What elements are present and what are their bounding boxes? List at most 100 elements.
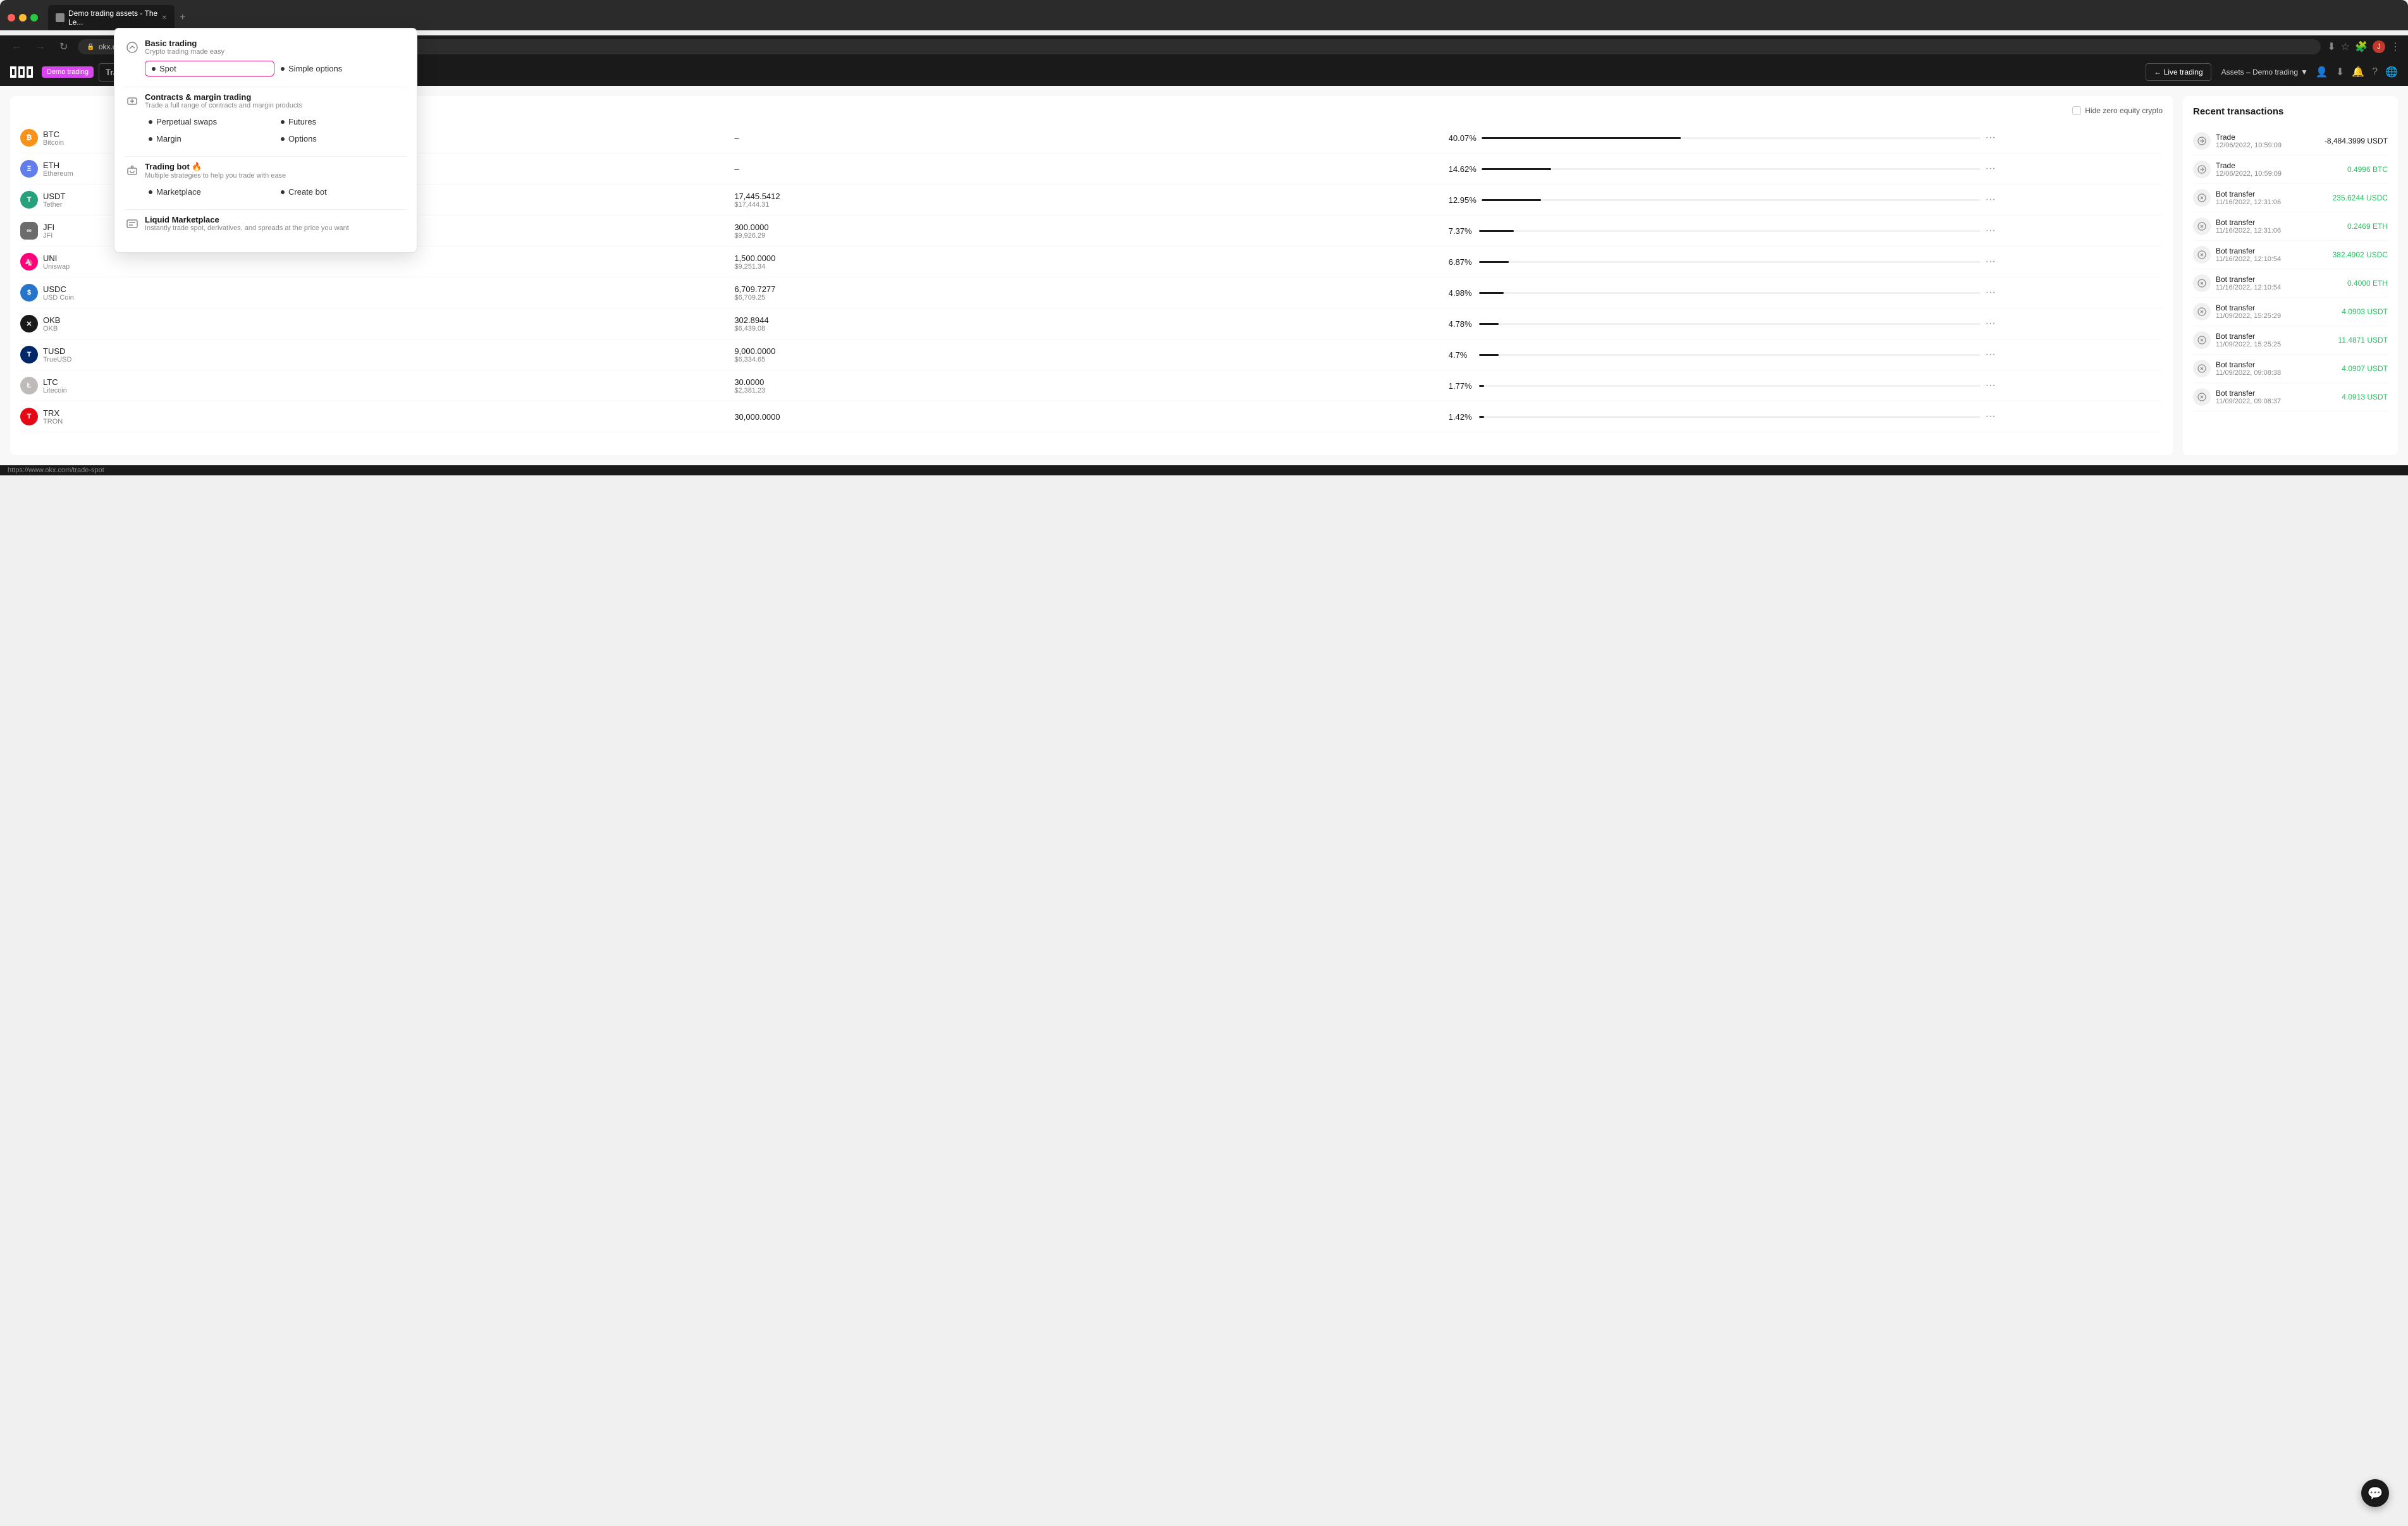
menu-item-marketplace[interactable]: Marketplace: [145, 185, 274, 199]
trading-bot-subtitle: Multiple strategies to help you trade wi…: [145, 172, 286, 180]
menu-item-margin[interactable]: Margin: [145, 131, 274, 146]
tx-row-6: Bot transfer 11/16/2022, 12:10:54 0.4000…: [2193, 269, 2388, 298]
btc-more-btn[interactable]: ···: [1986, 132, 2163, 143]
okx-logo: [10, 66, 33, 78]
menu-item-simple-options[interactable]: Simple options: [277, 61, 407, 76]
trading-bot-section: Trading bot 🔥 Multiple strategies to hel…: [125, 162, 407, 199]
hide-zero-checkbox[interactable]: [2072, 106, 2081, 115]
star-icon[interactable]: ☆: [2341, 40, 2350, 53]
hide-zero-equity-toggle[interactable]: Hide zero equity crypto: [2072, 106, 2163, 115]
ssl-lock-icon: 🔒: [87, 44, 94, 51]
liquid-marketplace-section: Liquid Marketplace Instantly trade spot,…: [125, 215, 407, 232]
tx-type-2: Trade: [2216, 161, 2282, 170]
jfi-portfolio: 7.37%: [1449, 226, 1981, 236]
menu-divider-2: [125, 156, 407, 157]
active-browser-tab[interactable]: Demo trading assets - The Le... ✕: [48, 5, 175, 30]
usdt-bar: [1482, 199, 1542, 201]
tx-date-10: 11/09/2022, 09:08:37: [2216, 398, 2281, 405]
menu-item-options[interactable]: Options: [277, 131, 407, 146]
tusd-pct: 4.7%: [1449, 350, 1474, 360]
eth-more-btn[interactable]: ···: [1986, 163, 2163, 174]
browser-chrome: Demo trading assets - The Le... ✕ +: [0, 0, 2408, 30]
chat-button[interactable]: 💬: [2361, 1479, 2389, 1507]
back-button[interactable]: ←: [8, 40, 25, 54]
usdt-amount-cell: 17,445.5412 $17,444.31: [734, 192, 1443, 209]
uni-amount: 1,500.0000: [734, 253, 1443, 263]
forward-button[interactable]: →: [32, 40, 49, 54]
okb-more-btn[interactable]: ···: [1986, 318, 2163, 329]
table-row: Ł LTC Litecoin 30.0000 $2,381.23 1.77%: [20, 370, 2163, 401]
okb-amount-cell: 302.8944 $6,439.08: [734, 315, 1443, 333]
browser-titlebar: Demo trading assets - The Le... ✕ +: [8, 5, 2400, 30]
tx-type-7: Bot transfer: [2216, 303, 2281, 312]
globe-icon[interactable]: 🌐: [2385, 66, 2398, 78]
liquid-marketplace-header: Liquid Marketplace Instantly trade spot,…: [125, 215, 407, 232]
tx-amount-1: -8,484.3999 USDT: [2325, 137, 2388, 145]
uni-more-btn[interactable]: ···: [1986, 256, 2163, 267]
user-icon[interactable]: 👤: [2316, 66, 2328, 78]
profile-icon[interactable]: J: [2373, 40, 2385, 53]
usdc-more-btn[interactable]: ···: [1986, 287, 2163, 298]
asset-info-tusd: T TUSD TrueUSD: [20, 346, 729, 363]
asset-info-usdc: $ USDC USD Coin: [20, 284, 729, 302]
refresh-button[interactable]: ↻: [56, 39, 71, 54]
help-icon[interactable]: ?: [2372, 66, 2378, 78]
assets-demo-dropdown[interactable]: Assets – Demo trading ▼: [2221, 68, 2308, 76]
minimize-traffic-light[interactable]: [19, 14, 27, 21]
liquid-marketplace-subtitle: Instantly trade spot, derivatives, and s…: [145, 224, 349, 232]
jfi-name: JFI: [43, 232, 54, 240]
jfi-icon: ∞: [20, 222, 38, 240]
tab-close-btn[interactable]: ✕: [162, 15, 167, 21]
jfi-more-btn[interactable]: ···: [1986, 225, 2163, 236]
download-icon[interactable]: ⬇: [2336, 66, 2344, 78]
bell-icon[interactable]: 🔔: [2352, 66, 2364, 78]
new-tab-button[interactable]: +: [177, 9, 188, 26]
contracts-items: Perpetual swaps Futures Margin Options: [145, 114, 407, 146]
maximize-traffic-light[interactable]: [30, 14, 38, 21]
tx-icon-5: [2193, 246, 2211, 264]
btc-portfolio: 40.07%: [1449, 133, 1981, 143]
ltc-more-btn[interactable]: ···: [1986, 380, 2163, 391]
uni-amount-cell: 1,500.0000 $9,251.34: [734, 253, 1443, 271]
menu-item-perpetual[interactable]: Perpetual swaps: [145, 114, 274, 129]
download-page-icon[interactable]: ⬇: [2327, 40, 2335, 53]
live-trading-button[interactable]: ← Live trading: [2146, 63, 2211, 81]
tx-type-3: Bot transfer: [2216, 190, 2281, 198]
trading-bot-icon: [125, 163, 140, 178]
uni-pct: 6.87%: [1449, 257, 1474, 267]
menu-item-spot[interactable]: Spot: [145, 61, 274, 76]
tx-type-4: Bot transfer: [2216, 218, 2281, 227]
tx-icon-4: [2193, 217, 2211, 235]
tx-date-1: 12/06/2022, 10:59:09: [2216, 142, 2282, 149]
uni-portfolio: 6.87%: [1449, 257, 1981, 267]
basic-trading-section: Basic trading Crypto trading made easy S…: [125, 39, 407, 76]
tx-row-1: Trade 12/06/2022, 10:59:09 -8,484.3999 U…: [2193, 127, 2388, 156]
contracts-icon: [125, 94, 140, 109]
contracts-title: Contracts & margin trading: [145, 92, 302, 102]
usdt-more-btn[interactable]: ···: [1986, 194, 2163, 205]
menu-item-futures[interactable]: Futures: [277, 114, 407, 129]
tusd-more-btn[interactable]: ···: [1986, 349, 2163, 360]
ltc-pct: 1.77%: [1449, 381, 1474, 391]
eth-amount-cell: –: [734, 164, 1443, 174]
trx-bar: [1479, 416, 1484, 418]
eth-icon: Ξ: [20, 160, 38, 178]
close-traffic-light[interactable]: [8, 14, 15, 21]
jfi-symbol: JFI: [43, 223, 54, 232]
liquid-marketplace-title: Liquid Marketplace: [145, 215, 349, 224]
trx-more-btn[interactable]: ···: [1986, 411, 2163, 422]
trading-bot-header: Trading bot 🔥 Multiple strategies to hel…: [125, 162, 407, 180]
extensions-icon[interactable]: 🧩: [2355, 40, 2368, 53]
browser-toolbar-actions: ⬇ ☆ 🧩 J ⋮: [2327, 40, 2400, 53]
usdc-portfolio: 4.98%: [1449, 288, 1981, 298]
okb-amount: 302.8944: [734, 315, 1443, 325]
uni-bar: [1479, 261, 1509, 263]
spot-label: Spot: [159, 64, 176, 73]
tusd-bar: [1479, 354, 1499, 356]
menu-item-create-bot[interactable]: Create bot: [277, 185, 407, 199]
tx-row-3: Bot transfer 11/16/2022, 12:31:06 235.62…: [2193, 184, 2388, 212]
okb-pct: 4.78%: [1449, 319, 1474, 329]
menu-icon[interactable]: ⋮: [2390, 40, 2400, 53]
tx-date-3: 11/16/2022, 12:31:06: [2216, 198, 2281, 206]
futures-label: Futures: [288, 117, 316, 126]
